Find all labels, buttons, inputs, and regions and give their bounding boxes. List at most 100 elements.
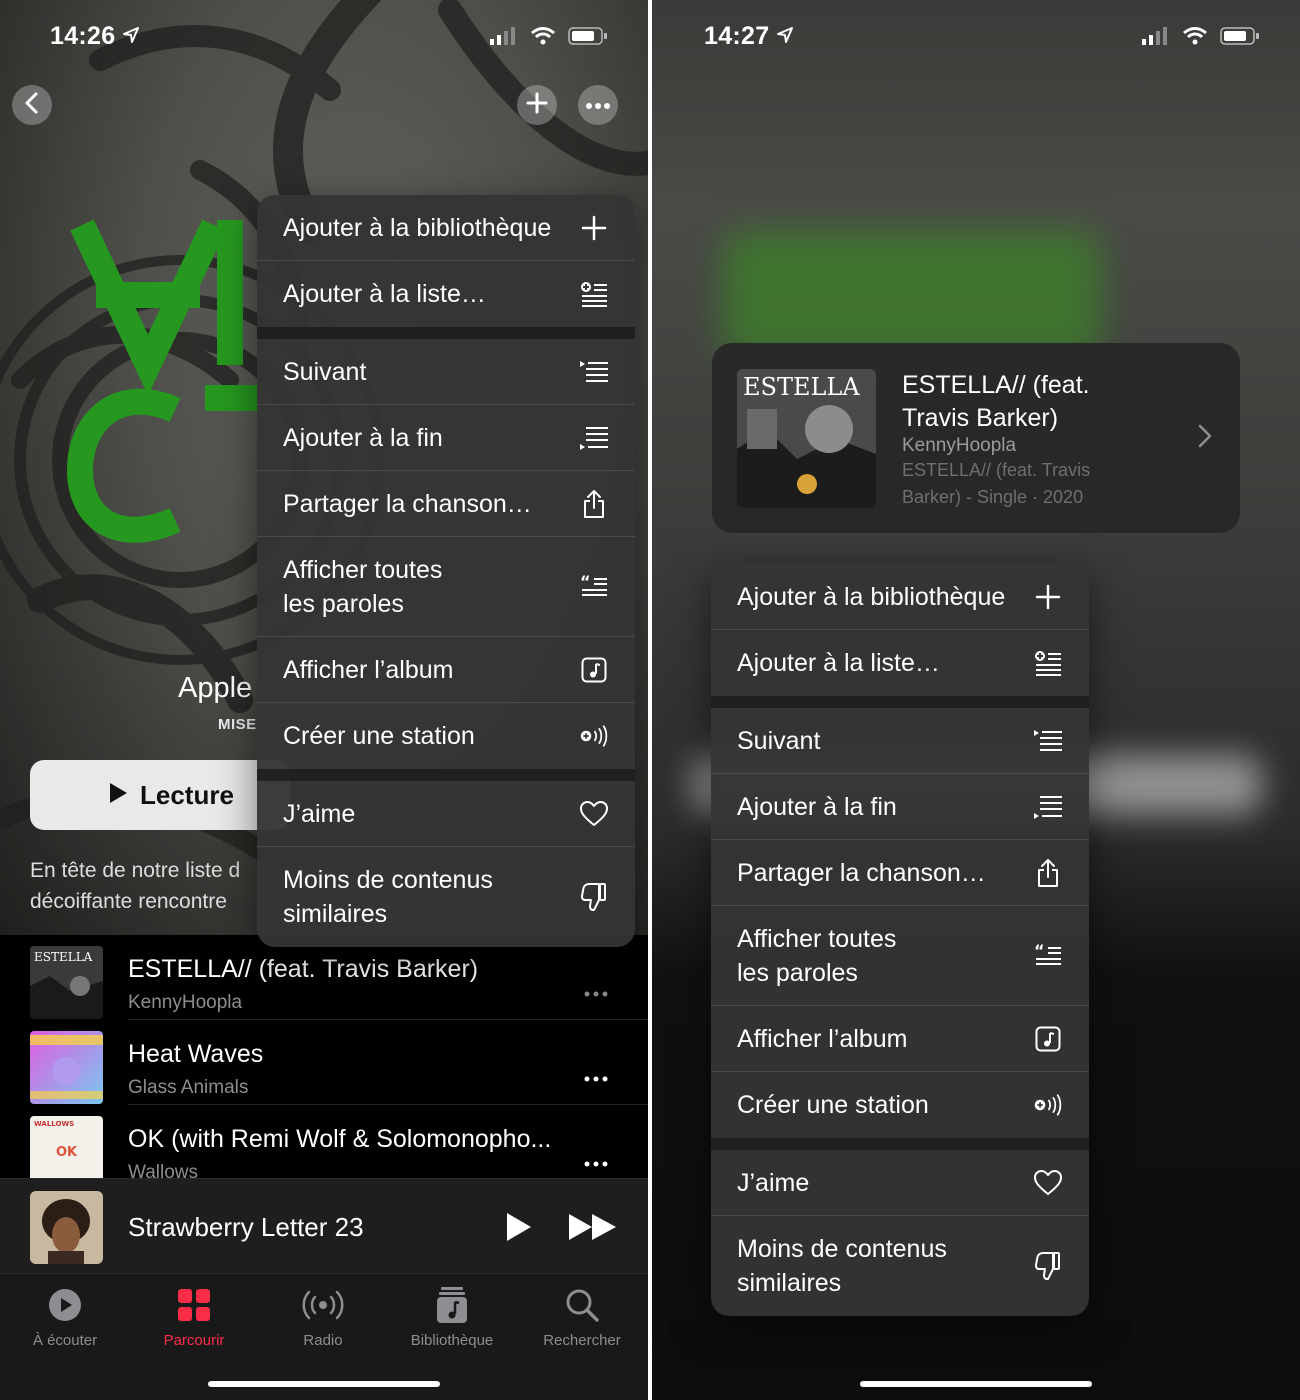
plus-icon	[579, 213, 609, 243]
tab-browse[interactable]: Parcourir	[129, 1282, 259, 1349]
track-row[interactable]: ESTELLA ESTELLA// (feat. Travis Barker) …	[0, 935, 648, 1020]
home-indicator	[208, 1381, 440, 1387]
menu-item-play-next[interactable]: Suivant	[257, 339, 635, 405]
tab-label: Bibliothèque	[410, 1332, 494, 1349]
menu-item-label: Moins de contenus similaires	[283, 866, 493, 928]
track-title: ESTELLA// (feat. Travis Barker)	[128, 955, 479, 983]
track-more-button[interactable]	[584, 977, 608, 1003]
now-playing-title: Strawberry Letter 23	[128, 1212, 364, 1242]
back-button[interactable]	[12, 85, 52, 125]
cellular-icon	[490, 26, 518, 51]
tab-label: Rechercher	[543, 1332, 621, 1349]
lyrics-icon: “	[1033, 941, 1063, 971]
menu-item-label: Suivant	[283, 357, 367, 386]
ellipsis-icon	[584, 991, 608, 997]
more-button[interactable]	[578, 85, 618, 125]
track-artwork: ESTELLA	[30, 946, 103, 1019]
svg-text:“: “	[1034, 943, 1045, 960]
tab-listen-now[interactable]: À écouter	[0, 1282, 130, 1349]
menu-item-play-next[interactable]: Suivant	[711, 708, 1089, 774]
menu-group-separator	[257, 327, 635, 339]
menu-item-label: Afficher l’album	[737, 1024, 908, 1053]
menu-item-share[interactable]: Partager la chanson…	[711, 840, 1089, 906]
menu-item-heart[interactable]: J’aime	[711, 1150, 1089, 1216]
left-screen: 14:26 Apple MISE Lecture En tête de notr…	[0, 0, 648, 1400]
tab-bar: À écouter Parcourir Radio Bibliothèque R…	[0, 1274, 648, 1400]
tab-label: À écouter	[32, 1332, 98, 1349]
menu-group-separator	[257, 769, 635, 781]
ellipsis-icon	[586, 96, 610, 114]
menu-item-add-to-playlist[interactable]: Ajouter à la liste…	[257, 261, 635, 327]
menu-group-separator	[711, 696, 1089, 708]
menu-item-label: Ajouter à la bibliothèque	[737, 582, 1006, 611]
menu-item-label: J’aime	[283, 799, 356, 828]
menu-item-album[interactable]: Afficher l’album	[711, 1006, 1089, 1072]
share-icon	[579, 489, 609, 519]
menu-item-label: J’aime	[737, 1168, 810, 1197]
menu-item-thumbs-down[interactable]: Moins de contenus similaires	[257, 847, 635, 947]
track-artwork	[30, 1031, 103, 1104]
song-artist: KennyHoopla	[902, 435, 1017, 456]
menu-item-lyrics[interactable]: Afficher toutes les paroles “	[711, 906, 1089, 1006]
album-icon	[1033, 1024, 1063, 1054]
menu-item-label: Partager la chanson…	[737, 858, 986, 887]
ellipsis-icon	[584, 1076, 608, 1082]
status-time: 14:27	[704, 22, 770, 50]
track-title: Heat Waves	[128, 1040, 264, 1068]
wifi-icon	[530, 26, 556, 51]
menu-group-separator	[711, 1138, 1089, 1150]
search-icon	[565, 1288, 599, 1326]
thumbs-down-icon	[1033, 1251, 1063, 1281]
play-button[interactable]: Lecture	[30, 760, 290, 830]
album-icon	[579, 655, 609, 685]
status-bar: 14:27	[652, 22, 1300, 54]
menu-item-label: Afficher toutes les paroles	[283, 555, 443, 618]
menu-item-label: Créer une station	[283, 722, 475, 750]
menu-item-label: Partager la chanson…	[283, 489, 532, 518]
menu-item-play-last[interactable]: Ajouter à la fin	[257, 405, 635, 471]
play-next-icon	[1033, 726, 1063, 756]
add-button[interactable]	[517, 85, 557, 125]
home-indicator	[860, 1381, 1092, 1387]
tab-radio[interactable]: Radio	[258, 1282, 388, 1349]
track-artist: KennyHoopla	[128, 992, 243, 1013]
track-title: OK (with Remi Wolf & Solomonopho...	[128, 1125, 552, 1153]
artwork-text: WALLOWS	[34, 1120, 74, 1128]
browse-icon	[177, 1288, 211, 1326]
cellular-icon	[1142, 26, 1170, 51]
fast-forward-icon[interactable]	[568, 1213, 618, 1246]
menu-item-heart[interactable]: J’aime	[257, 781, 635, 847]
radio-icon	[300, 1288, 346, 1326]
menu-item-play-last[interactable]: Ajouter à la fin	[711, 774, 1089, 840]
menu-item-lyrics[interactable]: Afficher toutes les paroles “	[257, 537, 635, 637]
svg-text:“: “	[580, 574, 591, 591]
track-row[interactable]: Heat Waves Glass Animals	[0, 1020, 648, 1105]
menu-item-share[interactable]: Partager la chanson…	[257, 471, 635, 537]
song-artwork: ESTELLA	[737, 369, 876, 508]
mini-player[interactable]: Strawberry Letter 23	[0, 1178, 648, 1274]
menu-item-plus[interactable]: Ajouter à la bibliothèque	[711, 564, 1089, 630]
status-bar: 14:26	[0, 22, 648, 54]
menu-item-album[interactable]: Afficher l’album	[257, 637, 635, 703]
menu-item-thumbs-down[interactable]: Moins de contenus similaires	[711, 1216, 1089, 1316]
battery-icon	[1220, 26, 1260, 51]
play-last-icon	[1033, 792, 1063, 822]
thumbs-down-icon	[579, 882, 609, 912]
menu-item-add-to-playlist[interactable]: Ajouter à la liste…	[711, 630, 1089, 696]
tab-search[interactable]: Rechercher	[517, 1282, 647, 1349]
menu-item-label: Ajouter à la liste…	[737, 649, 940, 677]
menu-item-plus[interactable]: Ajouter à la bibliothèque	[257, 195, 635, 261]
tab-library[interactable]: Bibliothèque	[387, 1282, 517, 1349]
menu-item-station[interactable]: Créer une station	[257, 703, 635, 769]
playlist-curator: Apple	[178, 672, 253, 704]
tab-label: Parcourir	[163, 1332, 225, 1349]
artwork-text: ESTELLA	[34, 950, 93, 964]
station-icon	[1033, 1090, 1063, 1120]
play-icon[interactable]	[505, 1211, 533, 1248]
track-more-button[interactable]	[584, 1062, 608, 1088]
menu-item-label: Ajouter à la fin	[283, 423, 443, 452]
song-preview-card[interactable]: ESTELLA ESTELLA// (feat. Travis Barker) …	[712, 343, 1240, 533]
battery-icon	[568, 26, 608, 51]
menu-item-station[interactable]: Créer une station	[711, 1072, 1089, 1138]
track-more-button[interactable]	[584, 1147, 608, 1173]
